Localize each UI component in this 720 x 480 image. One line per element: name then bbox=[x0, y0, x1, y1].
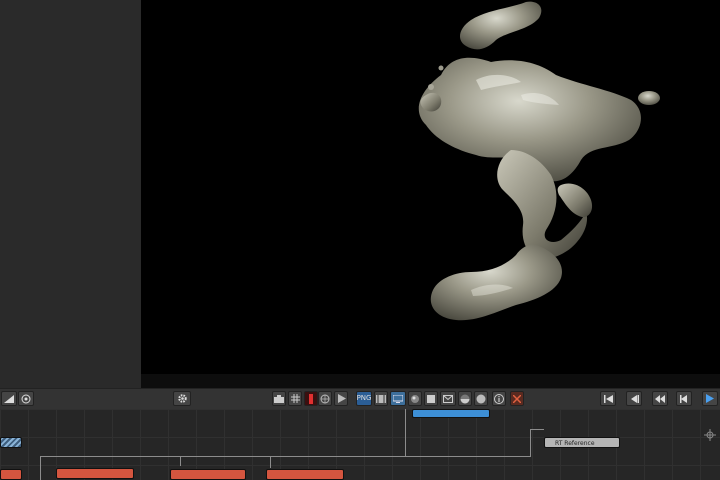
target-icon[interactable] bbox=[18, 391, 34, 406]
png-label[interactable]: PNG bbox=[356, 391, 372, 406]
node-rt-reference[interactable]: RT Reference bbox=[544, 437, 620, 448]
info-icon[interactable] bbox=[492, 391, 506, 406]
liquid-blob-render bbox=[418, 1, 660, 321]
crosshair-icon[interactable] bbox=[703, 427, 717, 441]
film-icon[interactable] bbox=[374, 391, 388, 406]
png-label-text: PNG bbox=[356, 394, 372, 402]
node-graph[interactable]: RT Reference bbox=[0, 409, 720, 480]
envelope-icon[interactable] bbox=[440, 391, 456, 406]
left-panel bbox=[0, 0, 141, 388]
node-connector bbox=[270, 456, 271, 468]
node-red-left[interactable] bbox=[56, 468, 134, 479]
node-red-right[interactable] bbox=[266, 469, 344, 480]
node-connector bbox=[530, 429, 544, 430]
square-icon[interactable] bbox=[424, 391, 438, 406]
step-back-icon[interactable] bbox=[626, 391, 642, 406]
monitor-icon[interactable] bbox=[390, 391, 406, 406]
ball-icon[interactable] bbox=[474, 391, 488, 406]
node-connector bbox=[40, 456, 41, 480]
rewind-icon[interactable] bbox=[652, 391, 668, 406]
sphere-icon[interactable] bbox=[408, 391, 422, 406]
viewport-divider bbox=[141, 374, 720, 388]
material-ball-icon[interactable] bbox=[458, 391, 472, 406]
viewer-toolbar: PNG bbox=[0, 388, 720, 410]
play-shape-icon[interactable] bbox=[334, 391, 348, 406]
render-viewport[interactable] bbox=[141, 0, 720, 374]
node-label: RT Reference bbox=[555, 440, 595, 447]
camera-icon[interactable] bbox=[272, 391, 286, 406]
node-red-center[interactable] bbox=[170, 469, 246, 480]
aspect-toggle-icon[interactable] bbox=[1, 391, 17, 406]
node-blue-top[interactable] bbox=[412, 409, 490, 418]
close-icon[interactable] bbox=[510, 391, 524, 406]
node-connector bbox=[40, 456, 530, 457]
prev-frame-icon[interactable] bbox=[676, 391, 692, 406]
play-icon[interactable] bbox=[702, 391, 718, 406]
gear-icon[interactable] bbox=[173, 391, 191, 406]
red-channel-icon[interactable] bbox=[304, 391, 318, 406]
grid-icon[interactable] bbox=[288, 391, 302, 406]
node-striped[interactable] bbox=[0, 437, 22, 448]
node-connector bbox=[530, 429, 531, 457]
skip-start-icon[interactable] bbox=[600, 391, 616, 406]
node-red-edge[interactable] bbox=[0, 469, 22, 480]
wireframe-icon[interactable] bbox=[318, 391, 332, 406]
node-connector bbox=[180, 456, 181, 466]
node-connector bbox=[405, 409, 406, 456]
